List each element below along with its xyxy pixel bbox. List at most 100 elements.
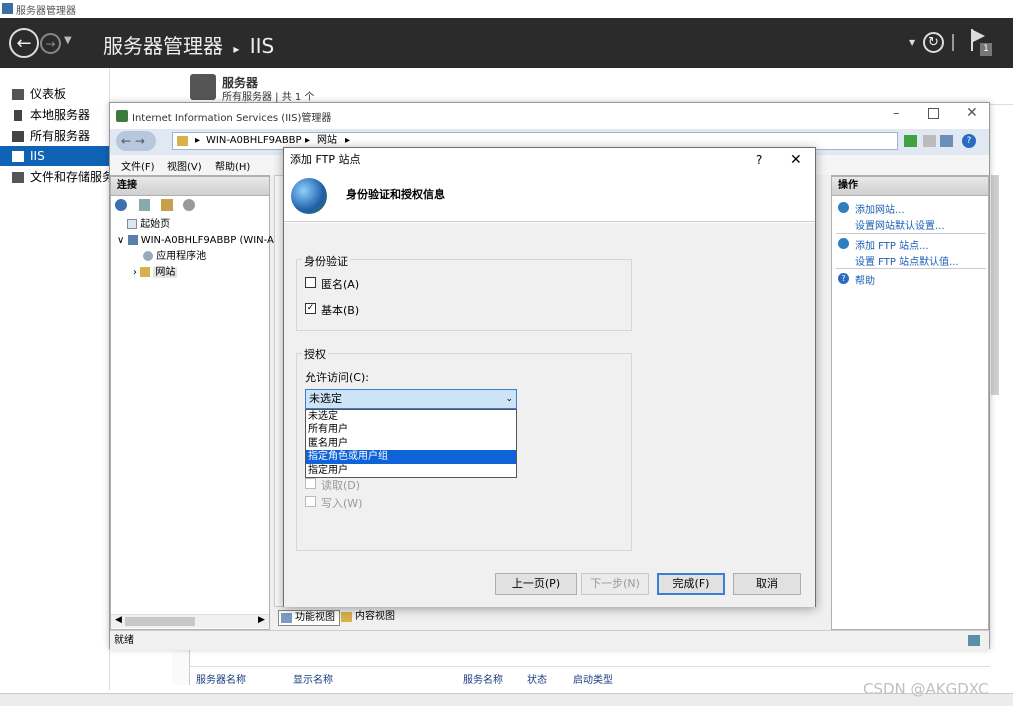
read-label: 读取(D) <box>321 479 361 492</box>
view-tabs: 功能视图 内容视图 <box>275 608 435 628</box>
tree-item-sites[interactable]: › 网站 <box>133 266 178 280</box>
allow-access-dropdown: 未选定 所有用户 匿名用户 指定角色或用户组 指定用户 <box>305 409 517 478</box>
up-icon[interactable] <box>161 199 173 211</box>
server-manager-titlebar: 服务器管理器 <box>0 0 1013 18</box>
menu-file[interactable]: 文件(F) <box>121 158 155 173</box>
col-startup-type[interactable]: 启动类型 <box>573 671 613 686</box>
save-icon[interactable] <box>139 199 150 211</box>
sites-folder-icon <box>140 267 151 277</box>
menu-view[interactable]: 视图(V) <box>167 158 202 173</box>
nav-item-label: 文件和存储服务 <box>30 170 110 184</box>
connections-hscrollbar[interactable]: ◀ ▶ <box>111 614 269 628</box>
help-icon[interactable]: ? <box>962 134 976 148</box>
breadcrumb-separator: ▸ <box>233 42 240 56</box>
close-icon[interactable]: ✕ <box>966 105 978 121</box>
home-icon[interactable] <box>940 135 953 147</box>
notifications-flag-icon[interactable]: 1 <box>971 29 993 57</box>
server-manager-header: ← → ▼ 服务器管理器 ▸ IIS ▼ ↻ 1 <box>0 18 1013 68</box>
dialog-header: 身份验证和授权信息 <box>284 172 815 222</box>
col-service-name[interactable]: 服务名称 <box>463 671 503 686</box>
dropdown-option[interactable]: 指定用户 <box>306 464 516 477</box>
finish-button[interactable]: 完成(F) <box>657 573 725 595</box>
dialog-titlebar: 添加 FTP 站点 ? ✕ <box>284 148 815 172</box>
dialog-header-title: 身份验证和授权信息 <box>346 188 445 201</box>
previous-button[interactable]: 上一页(P) <box>495 573 577 595</box>
back-icon[interactable]: ← <box>9 28 39 58</box>
collapse-icon[interactable]: › <box>133 267 137 278</box>
forward-icon[interactable]: → <box>40 33 61 54</box>
server-group-icon <box>190 74 216 100</box>
nav-item-all-servers[interactable]: 所有服务器 <box>0 126 110 146</box>
anonymous-checkbox[interactable] <box>305 277 316 288</box>
dropdown-option[interactable]: 匿名用户 <box>306 437 516 450</box>
tab-features-view[interactable]: 功能视图 <box>278 610 340 626</box>
cancel-button[interactable]: 取消 <box>733 573 801 595</box>
tree-item-server[interactable]: ∨ WIN-A0BHLF9ABBP (WIN-A <box>117 234 274 248</box>
dialog-help-button[interactable]: ? <box>756 148 762 172</box>
action-add-ftp-site[interactable]: 添加 FTP 站点... <box>855 237 929 252</box>
tab-label: 内容视图 <box>355 611 395 622</box>
actions-divider <box>836 233 986 234</box>
connect-icon[interactable] <box>115 199 127 211</box>
dialog-title: 添加 FTP 站点 <box>290 153 361 166</box>
nav-item-label: 所有服务器 <box>30 129 91 143</box>
tree-item-app-pools[interactable]: 应用程序池 <box>143 250 206 264</box>
action-site-defaults[interactable]: 设置网站默认设置... <box>855 217 945 232</box>
tree-label: 应用程序池 <box>156 251 207 262</box>
tree-item-start-page[interactable]: 起始页 <box>127 218 170 232</box>
action-add-website[interactable]: 添加网站... <box>855 201 905 216</box>
refresh-icon[interactable]: ↻ <box>923 32 944 53</box>
server-manager-app-icon <box>2 3 13 14</box>
menu-help[interactable]: 帮助(H) <box>215 158 250 173</box>
expand-icon[interactable]: ∨ <box>117 235 124 246</box>
history-dropdown-icon[interactable]: ▼ <box>64 35 72 46</box>
dialog-close-icon[interactable]: ✕ <box>790 148 802 172</box>
next-button[interactable]: 下一步(N) <box>581 573 649 595</box>
disconnect-icon[interactable] <box>183 199 195 211</box>
actions-panel: 操作 添加网站... 设置网站默认设置... 添加 FTP 站点... 设置 F… <box>831 175 989 630</box>
action-help[interactable]: 帮助 <box>855 272 875 287</box>
nav-item-local-server[interactable]: 本地服务器 <box>0 105 110 125</box>
tab-label: 功能视图 <box>295 612 335 623</box>
connections-panel: 连接 起始页 ∨ WIN-A0BHLF9ABBP (WIN-A 应用程序池 › … <box>110 175 274 630</box>
read-checkbox[interactable] <box>305 478 316 489</box>
content-view-icon <box>341 612 352 622</box>
notification-count-badge: 1 <box>980 43 992 56</box>
dropdown-option-selected[interactable]: 指定角色或用户组 <box>306 450 516 464</box>
nav-item-iis[interactable]: IIS <box>0 146 110 166</box>
nav-item-label: IIS <box>30 149 45 163</box>
dropdown-option[interactable]: 所有用户 <box>306 423 516 436</box>
breadcrumb-root[interactable]: 服务器管理器 <box>103 34 223 58</box>
main-scrollbar[interactable] <box>991 175 999 395</box>
action-ftp-defaults[interactable]: 设置 FTP 站点默认值... <box>855 253 959 268</box>
servers-header: 服务器 所有服务器 | 共 1 个 <box>172 68 1013 105</box>
authentication-group <box>296 259 632 331</box>
col-display-name[interactable]: 显示名称 <box>293 671 333 686</box>
maximize-icon[interactable] <box>928 108 939 119</box>
allow-access-select[interactable]: 未选定 ⌄ <box>305 389 517 409</box>
server-manager-window-title: 服务器管理器 <box>16 6 76 17</box>
authentication-group-label: 身份验证 <box>302 253 350 269</box>
horizontal-scrollbar[interactable] <box>0 693 1013 706</box>
col-status[interactable]: 状态 <box>527 671 547 686</box>
connections-title: 连接 <box>110 176 270 196</box>
go-icon[interactable] <box>904 135 917 147</box>
address-sep-icon: ▸ <box>195 135 201 146</box>
minimize-icon[interactable]: – <box>893 106 900 121</box>
tab-content-view[interactable]: 内容视图 <box>339 610 399 626</box>
nav-item-label: 本地服务器 <box>30 108 91 122</box>
col-server-name[interactable]: 服务器名称 <box>196 671 246 686</box>
dropdown-option[interactable]: 未选定 <box>306 410 516 423</box>
refresh-dropdown-icon[interactable]: ▼ <box>909 38 915 47</box>
actions-title: 操作 <box>831 176 989 196</box>
nav-arrows[interactable]: ← → <box>116 131 156 151</box>
all-servers-icon <box>12 131 24 142</box>
write-checkbox[interactable] <box>305 496 316 507</box>
tree-label: WIN-A0BHLF9ABBP (WIN-A <box>140 235 274 246</box>
server-icon <box>127 235 138 245</box>
basic-checkbox[interactable]: ✓ <box>305 303 316 314</box>
stop-icon[interactable] <box>923 135 936 147</box>
nav-item-dashboard[interactable]: 仪表板 <box>0 84 110 104</box>
nav-item-file-storage[interactable]: 文件和存储服务 <box>0 167 110 187</box>
dashboard-icon <box>12 89 24 100</box>
